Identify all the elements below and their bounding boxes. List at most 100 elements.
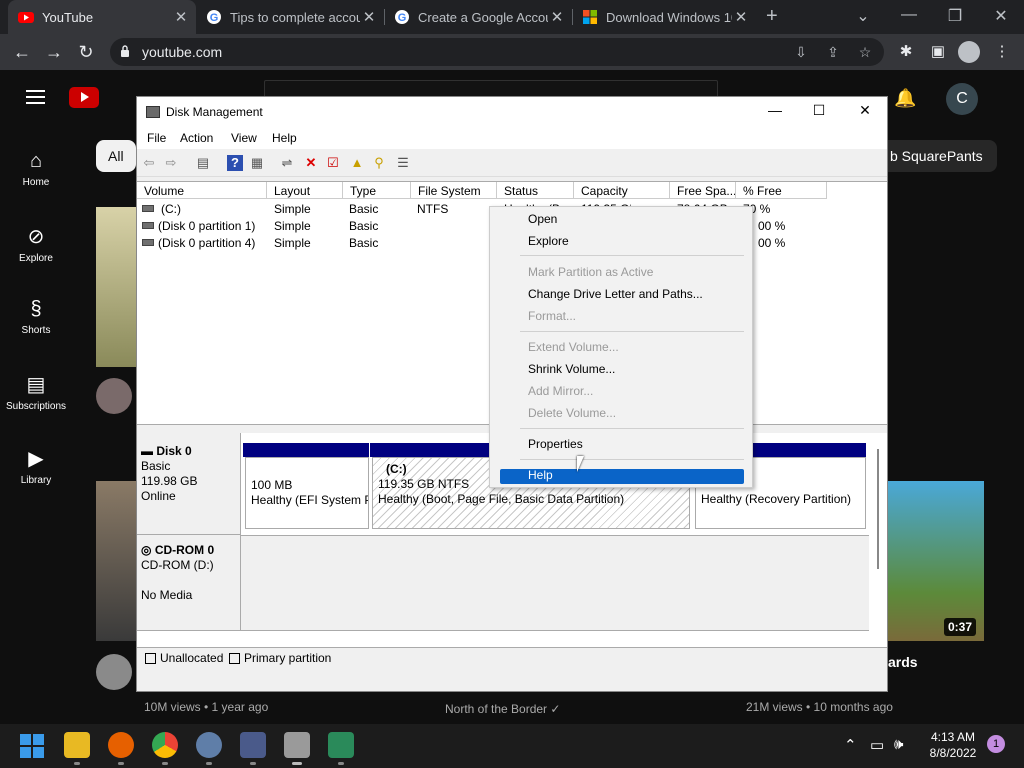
column-header[interactable]: File System — [411, 182, 497, 199]
menu-change-drive-letter[interactable]: Change Drive Letter and Paths... — [528, 284, 703, 304]
chrome-menu-icon[interactable]: ⋮ — [992, 42, 1012, 60]
column-header[interactable]: Volume — [137, 182, 267, 199]
chip-spongebob[interactable]: b SquarePants — [876, 140, 997, 172]
reload-icon[interactable]: ↻ — [74, 40, 98, 64]
computer-management-icon[interactable] — [240, 732, 266, 758]
install-app-icon[interactable]: ⇩ — [792, 44, 810, 61]
close-window-icon[interactable]: ✕ — [986, 6, 1016, 26]
channel-avatar[interactable] — [96, 378, 132, 414]
connect-icon[interactable]: ⇌ — [279, 155, 295, 171]
column-header[interactable]: Capacity — [574, 182, 670, 199]
back-arrow-icon[interactable]: ← — [10, 40, 34, 64]
tab-tips[interactable]: G Tips to complete accou ✕ — [196, 0, 384, 34]
video-thumbnail[interactable] — [888, 481, 984, 641]
notification-badge[interactable]: 1 — [987, 735, 1005, 753]
menu-help[interactable]: Help — [528, 465, 553, 485]
address-bar[interactable]: youtube.com ⇩ ⇪ ☆ — [110, 38, 884, 66]
menu-help[interactable]: Help — [272, 131, 297, 145]
menu-format[interactable]: Format... — [528, 306, 576, 326]
menu-extend-volume[interactable]: Extend Volume... — [528, 337, 619, 357]
menu-delete-volume[interactable]: Delete Volume... — [528, 403, 616, 423]
bookmark-star-icon[interactable]: ☆ — [856, 44, 874, 61]
guide-explore[interactable]: ⊘ Explore — [0, 224, 72, 264]
column-header[interactable]: Layout — [267, 182, 343, 199]
disk0-label[interactable]: ▬ Disk 0 Basic 119.98 GB Online — [137, 433, 241, 535]
menu-explore[interactable]: Explore — [528, 231, 569, 251]
column-header[interactable]: Free Spa... — [670, 182, 736, 199]
new-tab-button[interactable]: + — [766, 5, 778, 28]
chrome-icon[interactable] — [152, 732, 178, 758]
guide-shorts[interactable]: § Shorts — [0, 298, 72, 336]
menu-action[interactable]: Action — [180, 131, 213, 145]
share-icon[interactable]: ⇪ — [824, 44, 842, 61]
folder-search-icon[interactable]: ⚲ — [371, 155, 387, 171]
minimize-icon[interactable]: — — [894, 6, 924, 24]
menu-view[interactable]: View — [231, 131, 257, 145]
menu-add-mirror[interactable]: Add Mirror... — [528, 381, 593, 401]
cdrom0-label[interactable]: ◎ CD-ROM 0 CD-ROM (D:) No Media — [137, 535, 241, 631]
menu-open[interactable]: Open — [528, 209, 557, 229]
back-icon[interactable]: ⇦ — [141, 155, 157, 171]
channel-avatar[interactable] — [96, 654, 132, 690]
notifications-bell-icon[interactable]: 🔔 — [894, 88, 916, 109]
chevron-down-icon[interactable]: ⌄ — [848, 6, 878, 26]
chevron-up-icon[interactable]: ⌃ — [844, 736, 857, 754]
running-indicator — [118, 762, 124, 765]
maximize-icon[interactable]: ☐ — [809, 102, 829, 119]
disk-management-taskbar-icon[interactable] — [284, 732, 310, 758]
video-thumbnail[interactable] — [96, 207, 136, 367]
tab-create-account[interactable]: G Create a Google Accou ✕ — [384, 0, 572, 34]
channel-name[interactable]: North of the Border ✓ — [445, 702, 560, 716]
show-hide-console-icon[interactable]: ▤ — [195, 155, 211, 171]
hamburger-menu-icon[interactable] — [26, 90, 45, 104]
chip-all[interactable]: All — [96, 140, 136, 172]
volume-icon[interactable]: 🕪 — [894, 736, 903, 753]
forward-arrow-icon[interactable]: → — [42, 40, 66, 64]
properties-icon[interactable]: ▦ — [249, 155, 265, 171]
file-explorer-icon[interactable] — [64, 732, 90, 758]
video-thumbnail[interactable] — [96, 481, 136, 641]
tab-youtube[interactable]: YouTube ✕ — [8, 0, 196, 34]
tab-download-windows[interactable]: Download Windows 10 ✕ — [572, 0, 756, 34]
close-tab-icon[interactable]: ✕ — [172, 8, 190, 26]
guide-home[interactable]: ⌂ Home — [0, 150, 72, 188]
side-panel-icon[interactable]: ▣ — [928, 42, 948, 60]
window-title-bar[interactable]: Disk Management — ☐ ✕ — [137, 97, 887, 127]
column-header[interactable]: Type — [343, 182, 411, 199]
close-tab-icon[interactable]: ✕ — [732, 8, 750, 26]
network-icon[interactable]: ▭ — [870, 736, 884, 754]
column-header[interactable]: Status — [497, 182, 574, 199]
cdrom0-empty-area[interactable] — [241, 535, 869, 631]
start-button-icon[interactable] — [20, 734, 44, 758]
menu-properties[interactable]: Properties — [528, 434, 583, 454]
vertical-scrollbar[interactable] — [877, 449, 879, 569]
menu-separator — [520, 331, 744, 332]
settings-gear-icon[interactable] — [196, 732, 222, 758]
restore-icon[interactable]: ❐ — [940, 6, 970, 26]
menu-mark-active[interactable]: Mark Partition as Active — [528, 262, 653, 282]
close-icon[interactable]: ✕ — [855, 102, 875, 119]
column-header[interactable]: % Free — [736, 182, 827, 199]
forward-icon[interactable]: ⇨ — [163, 155, 179, 171]
menu-file[interactable]: File — [147, 131, 166, 145]
checklist-icon[interactable]: ☑ — [325, 155, 341, 171]
help-icon[interactable]: ? — [227, 155, 243, 171]
close-tab-icon[interactable]: ✕ — [360, 8, 378, 26]
folder-up-icon[interactable]: ▲ — [349, 155, 365, 171]
youtube-logo[interactable] — [69, 87, 99, 108]
guide-library[interactable]: ▶ Library — [0, 446, 72, 486]
close-tab-icon[interactable]: ✕ — [548, 8, 566, 26]
menu-shrink-volume[interactable]: Shrink Volume... — [528, 359, 615, 379]
video-title[interactable]: ards — [888, 654, 918, 670]
view-list-icon[interactable]: ☰ — [395, 155, 411, 171]
account-avatar[interactable]: C — [946, 83, 978, 115]
app-icon[interactable] — [328, 732, 354, 758]
minimize-icon[interactable]: — — [765, 102, 785, 118]
extensions-puzzle-icon[interactable]: ✱ — [896, 42, 916, 60]
profile-avatar[interactable] — [958, 41, 980, 63]
delete-icon[interactable]: ✕ — [303, 155, 319, 171]
guide-subscriptions[interactable]: ▤ Subscriptions — [0, 372, 72, 412]
firefox-icon[interactable] — [108, 732, 134, 758]
partition-efi[interactable]: 100 MB Healthy (EFI System P — [245, 457, 369, 529]
system-clock[interactable]: 4:13 AM 8/8/2022 — [918, 729, 988, 761]
